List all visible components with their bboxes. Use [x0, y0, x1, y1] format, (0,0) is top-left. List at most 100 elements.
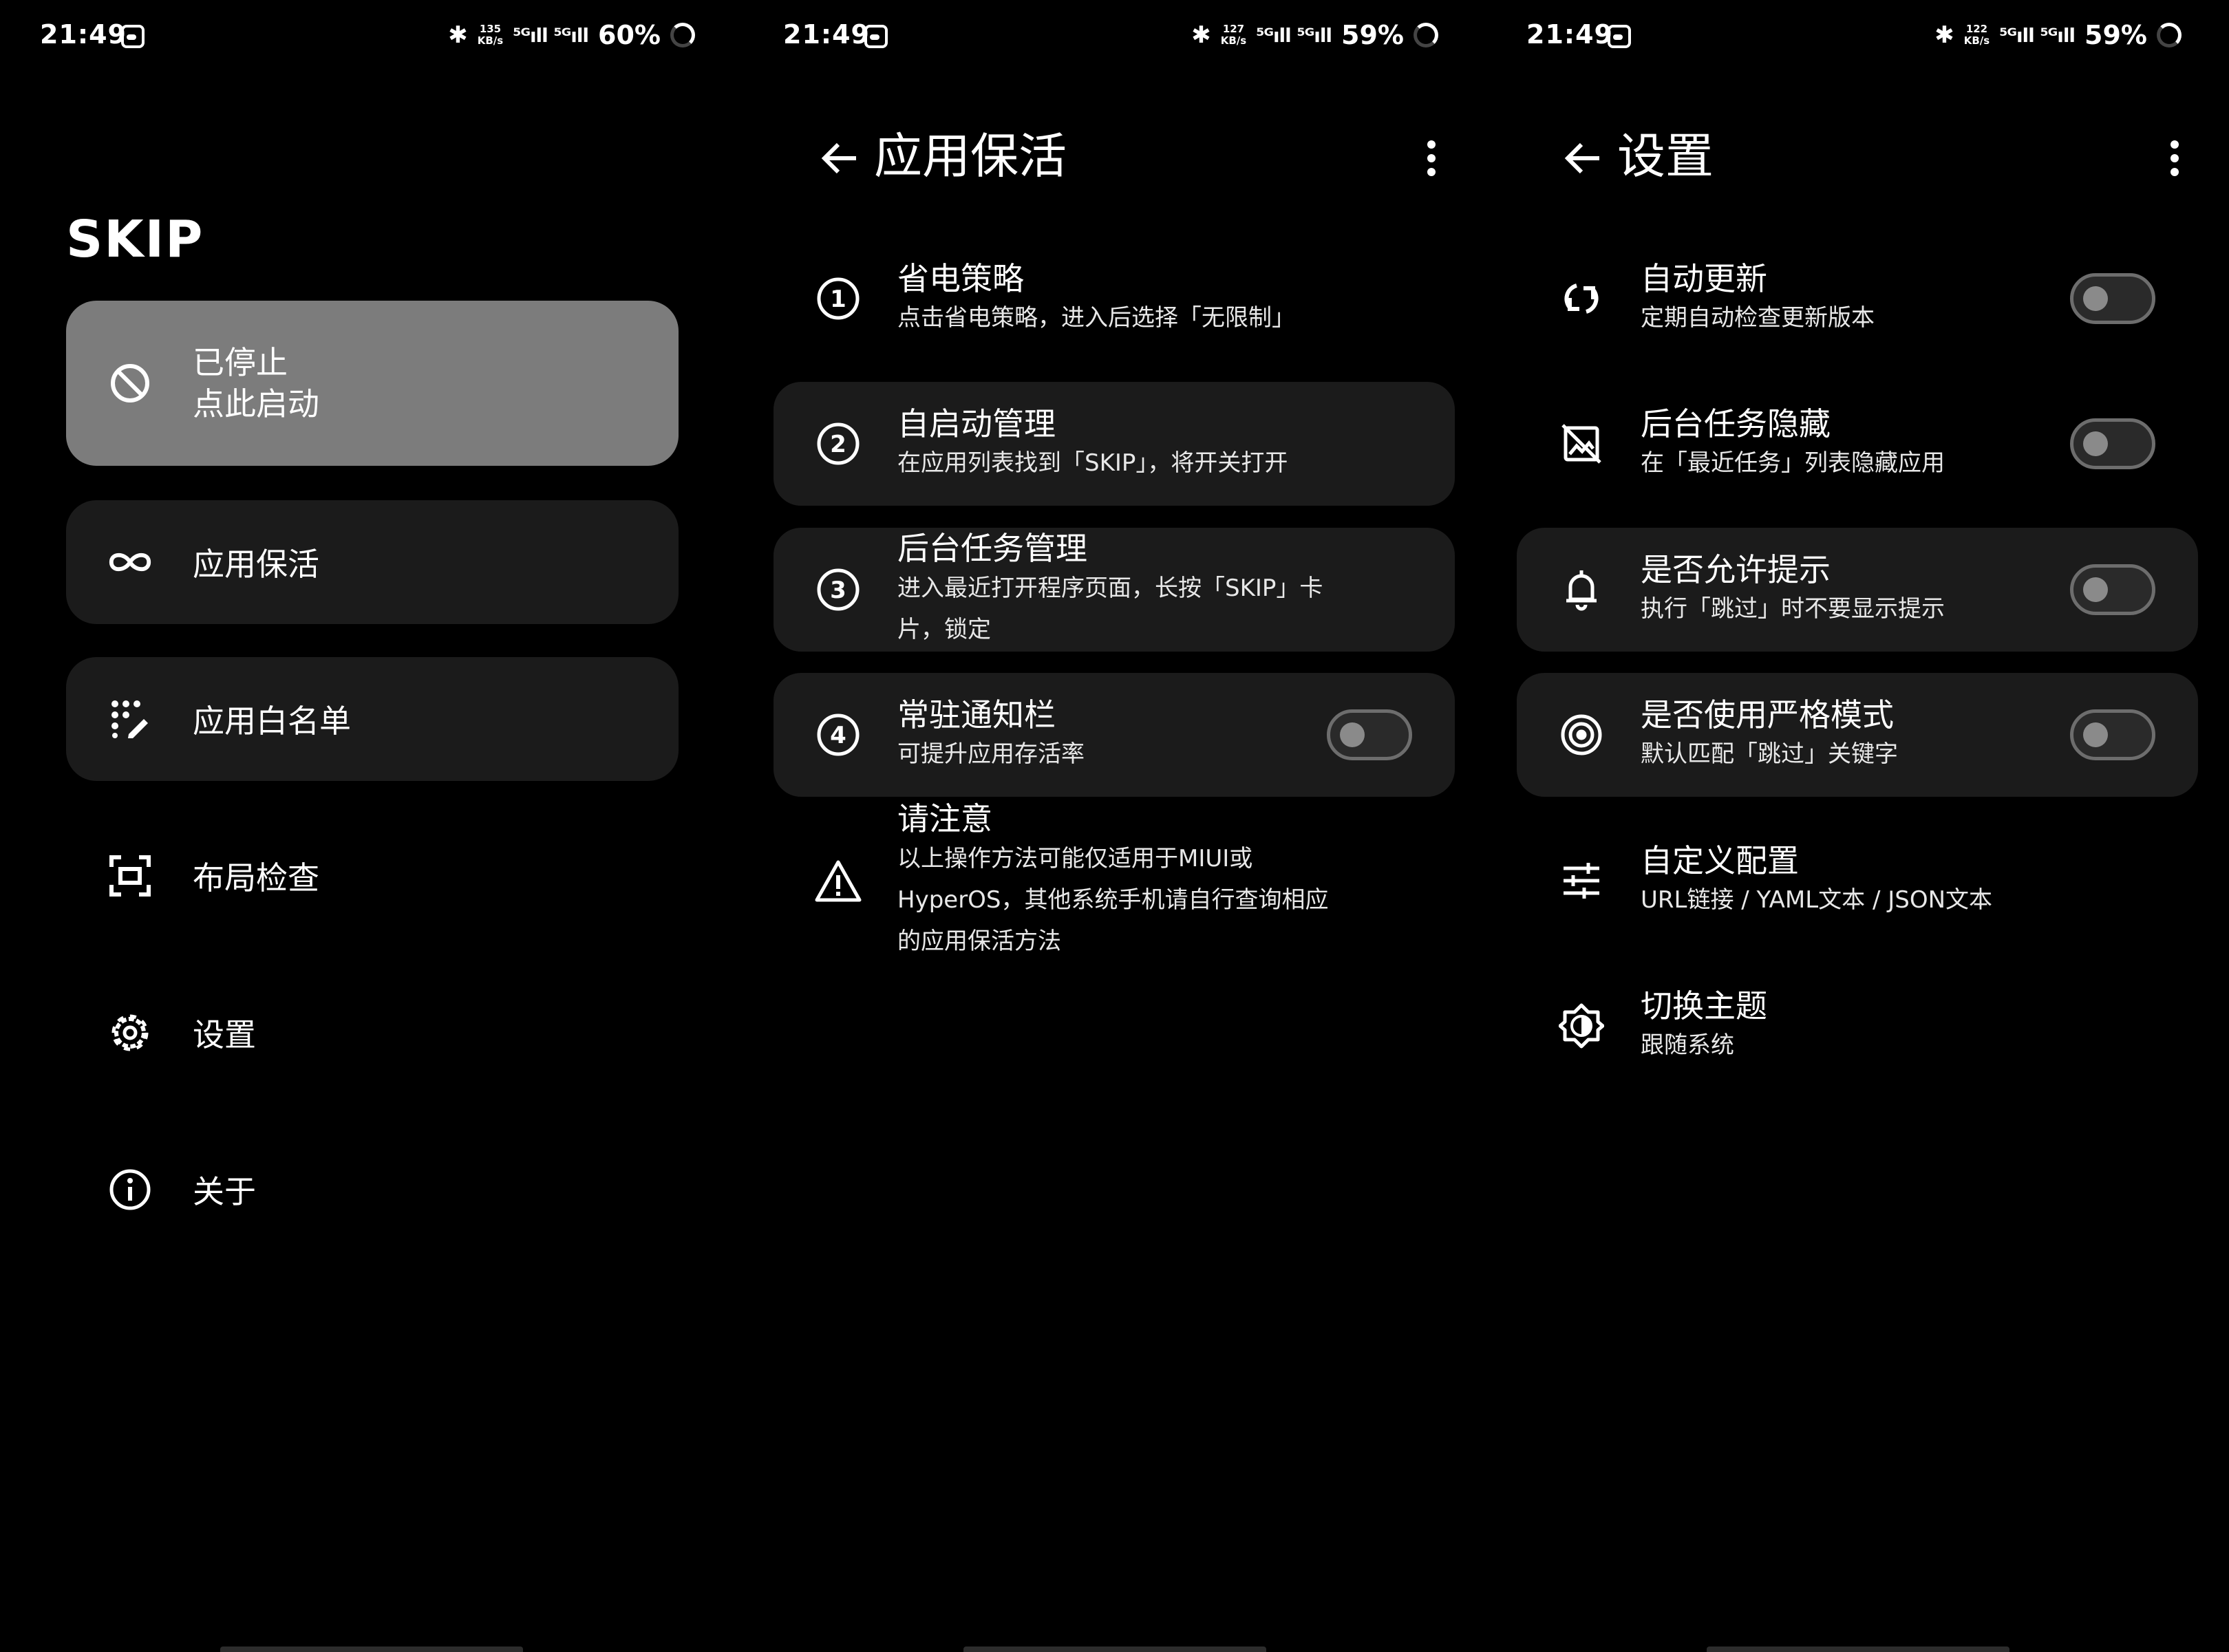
row-title: 自启动管理 — [897, 405, 1056, 442]
info-icon — [106, 1166, 154, 1214]
more-vert-icon[interactable] — [1404, 131, 1459, 186]
back-arrow-icon[interactable] — [812, 131, 867, 186]
warning-icon — [811, 853, 866, 908]
battery-level: 59% — [2084, 20, 2147, 50]
auto-update-toggle[interactable] — [2070, 273, 2155, 324]
bluetooth-icon: ✱ — [1934, 21, 1954, 49]
svg-text:1: 1 — [830, 286, 846, 313]
battery-ring-icon — [670, 23, 695, 47]
hide-recents-toggle[interactable] — [2070, 418, 2155, 469]
bluetooth-icon: ✱ — [1191, 21, 1211, 49]
row-subtitle: 点击省电策略，进入后选择「无限制」 — [897, 304, 1295, 332]
bluetooth-icon: ✱ — [448, 21, 468, 49]
row-title: 是否允许提示 — [1641, 551, 1831, 588]
home-screen: 21:49 ✱ 135 KB/s ⁵ᴳıll ⁵ᴳıll 60% SKIP 已停止… — [0, 0, 743, 1652]
network-speed: 127 KB/s — [1220, 23, 1247, 47]
menu-item-label: 设置 — [193, 1016, 256, 1053]
hide-image-icon — [1554, 416, 1609, 471]
toggle-knob — [1340, 722, 1365, 747]
allow-toast-toggle[interactable] — [2070, 564, 2155, 615]
svg-text:3: 3 — [830, 577, 846, 604]
battery-ring-icon — [1414, 23, 1438, 47]
menu-item-about[interactable]: 关于 — [66, 1128, 679, 1252]
row-subtitle: 默认匹配「跳过」关键字 — [1641, 740, 1898, 768]
row-title: 自动更新 — [1641, 260, 1767, 297]
battery-ring-icon — [2157, 23, 2182, 47]
row-subtitle: URL链接 / YAML文本 / JSON文本 — [1641, 886, 1993, 914]
setting-custom-config[interactable]: 自定义配置 URL链接 / YAML文本 / JSON文本 — [1517, 819, 2198, 943]
row-subtitle: 以上操作方法可能仅适用于MIUI或HyperOS，其他系统手机请自行查询相应的应… — [897, 845, 1329, 955]
number-4-icon: 4 — [811, 707, 866, 762]
signal-icon: ⁵ᴳıll ⁵ᴳıll — [513, 23, 589, 47]
toggle-knob — [2083, 722, 2108, 747]
menu-item-label: 应用白名单 — [193, 702, 351, 740]
list-item-background-lock[interactable]: 3 后台任务管理 进入最近打开程序页面，长按「SKIP」卡片，锁定 — [774, 528, 1455, 652]
row-title: 请注意 — [897, 800, 992, 837]
gesture-bar[interactable] — [1707, 1646, 2009, 1652]
battery-level: 60% — [598, 20, 661, 50]
service-status-card[interactable]: 已停止 点此启动 — [66, 301, 679, 466]
row-subtitle: 可提升应用存活率 — [897, 740, 1085, 768]
network-speed: 122 KB/s — [1963, 23, 1990, 47]
focus-frame-icon — [106, 852, 154, 900]
top-app-bar: 应用保活 — [743, 117, 1486, 200]
gesture-bar[interactable] — [220, 1646, 523, 1652]
number-2-icon: 2 — [811, 416, 866, 471]
top-app-bar: 设置 — [1486, 117, 2229, 200]
status-time: 21:49 — [783, 19, 870, 50]
setting-hide-recents[interactable]: 后台任务隐藏 在「最近任务」列表隐藏应用 — [1517, 382, 2198, 506]
number-3-icon: 3 — [811, 562, 866, 617]
persistent-notification-toggle[interactable] — [1327, 709, 1412, 760]
keep-alive-screen: 21:49 ✱ 127 KB/s ⁵ᴳıll ⁵ᴳıll 59% 应用保活 1 省… — [743, 0, 1486, 1652]
status-bar: 21:49 ✱ 127 KB/s ⁵ᴳıll ⁵ᴳıll 59% — [743, 0, 1486, 76]
bell-icon — [1554, 562, 1609, 617]
setting-theme[interactable]: 切换主题 跟随系统 — [1517, 964, 2198, 1088]
strict-mode-toggle[interactable] — [2070, 709, 2155, 760]
page-title: 应用保活 — [874, 128, 1067, 184]
row-subtitle: 执行「跳过」时不要显示提示 — [1641, 595, 1945, 623]
menu-item-label: 应用保活 — [193, 546, 319, 583]
row-title: 自定义配置 — [1641, 842, 1799, 879]
gallery-notification-icon — [1608, 25, 1631, 48]
menu-item-layout-inspect[interactable]: 布局检查 — [66, 814, 679, 938]
svg-text:4: 4 — [830, 722, 846, 749]
row-title: 后台任务管理 — [897, 530, 1087, 567]
list-item-notice: 请注意 以上操作方法可能仅适用于MIUI或HyperOS，其他系统手机请自行查询… — [774, 800, 1455, 955]
row-subtitle: 跟随系统 — [1641, 1031, 1734, 1059]
block-icon — [106, 359, 154, 407]
gallery-notification-icon — [864, 25, 888, 48]
status-time: 21:49 — [1526, 19, 1613, 50]
toggle-knob — [2083, 577, 2108, 602]
status-bar: 21:49 ✱ 122 KB/s ⁵ᴳıll ⁵ᴳıll 59% — [1486, 0, 2229, 76]
sliders-icon — [1554, 853, 1609, 908]
setting-allow-toast[interactable]: 是否允许提示 执行「跳过」时不要显示提示 — [1517, 528, 2198, 652]
row-subtitle: 在「最近任务」列表隐藏应用 — [1641, 449, 1945, 477]
more-vert-icon[interactable] — [2147, 131, 2202, 186]
gesture-bar[interactable] — [963, 1646, 1266, 1652]
toggle-knob — [2083, 431, 2108, 456]
app-title: SKIP — [66, 210, 204, 269]
target-icon — [1554, 707, 1609, 762]
page-title: 设置 — [1617, 128, 1714, 184]
row-title: 是否使用严格模式 — [1641, 696, 1894, 733]
list-item-power-policy[interactable]: 1 省电策略 点击省电策略，进入后选择「无限制」 — [774, 237, 1455, 361]
menu-item-whitelist[interactable]: 应用白名单 — [66, 657, 679, 781]
row-title: 常驻通知栏 — [897, 696, 1056, 733]
menu-item-settings[interactable]: 设置 — [66, 971, 679, 1095]
setting-auto-update[interactable]: 自动更新 定期自动检查更新版本 — [1517, 237, 2198, 361]
menu-item-label: 关于 — [193, 1173, 256, 1210]
row-title: 省电策略 — [897, 260, 1024, 297]
row-subtitle: 在应用列表找到「SKIP」，将开关打开 — [897, 449, 1288, 477]
back-arrow-icon[interactable] — [1555, 131, 1610, 186]
menu-item-keep-alive[interactable]: 应用保活 — [66, 500, 679, 624]
service-status-text: 已停止 — [193, 344, 288, 381]
setting-strict-mode[interactable]: 是否使用严格模式 默认匹配「跳过」关键字 — [1517, 673, 2198, 797]
menu-item-label: 布局检查 — [193, 859, 319, 897]
list-item-autostart[interactable]: 2 自启动管理 在应用列表找到「SKIP」，将开关打开 — [774, 382, 1455, 506]
number-1-icon: 1 — [811, 271, 866, 326]
row-title: 后台任务隐藏 — [1641, 405, 1831, 442]
signal-icon: ⁵ᴳıll ⁵ᴳıll — [1256, 23, 1332, 47]
battery-level: 59% — [1341, 20, 1404, 50]
gallery-notification-icon — [121, 25, 145, 48]
list-item-persistent-notification[interactable]: 4 常驻通知栏 可提升应用存活率 — [774, 673, 1455, 797]
